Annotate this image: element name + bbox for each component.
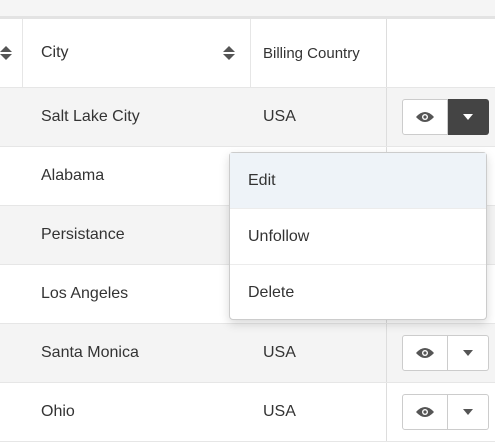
table-header-row: City Billing Country [0, 19, 495, 88]
table-row: Santa Monica USA [0, 324, 495, 383]
caret-down-icon [463, 409, 473, 415]
row-menu-button[interactable] [448, 99, 489, 135]
menu-item-unfollow[interactable]: Unfollow [230, 209, 486, 265]
city-cell: Ohio [41, 403, 75, 420]
menu-item-delete[interactable]: Delete [230, 265, 486, 321]
sort-icon[interactable] [223, 45, 235, 61]
caret-down-icon [463, 114, 473, 120]
row-menu-button[interactable] [448, 335, 489, 371]
city-cell: Alabama [41, 167, 105, 184]
sort-icon[interactable] [0, 45, 12, 61]
row-actions [402, 335, 489, 371]
row-actions-dropdown: Edit Unfollow Delete [229, 152, 487, 320]
column-header-billing-country[interactable]: Billing Country [263, 19, 360, 87]
view-button[interactable] [402, 394, 448, 430]
eye-icon [416, 112, 434, 122]
country-cell: USA [263, 403, 296, 420]
city-cell: Santa Monica [41, 344, 139, 361]
city-cell: Los Angeles [41, 285, 129, 302]
city-cell: Persistance [41, 226, 125, 243]
view-button[interactable] [402, 99, 448, 135]
view-button[interactable] [402, 335, 448, 371]
eye-icon [416, 407, 434, 417]
row-actions [402, 394, 489, 430]
country-cell: USA [263, 108, 296, 125]
eye-icon [416, 348, 434, 358]
caret-down-icon [463, 350, 473, 356]
table-row: Ohio USA [0, 383, 495, 442]
table-top-band [0, 0, 495, 19]
menu-item-edit[interactable]: Edit [230, 153, 486, 209]
column-header-city[interactable]: City [41, 19, 69, 87]
city-cell: Salt Lake City [41, 108, 140, 125]
row-menu-button[interactable] [448, 394, 489, 430]
country-cell: USA [263, 344, 296, 361]
row-actions [402, 99, 489, 135]
table-row: Salt Lake City USA [0, 88, 495, 147]
